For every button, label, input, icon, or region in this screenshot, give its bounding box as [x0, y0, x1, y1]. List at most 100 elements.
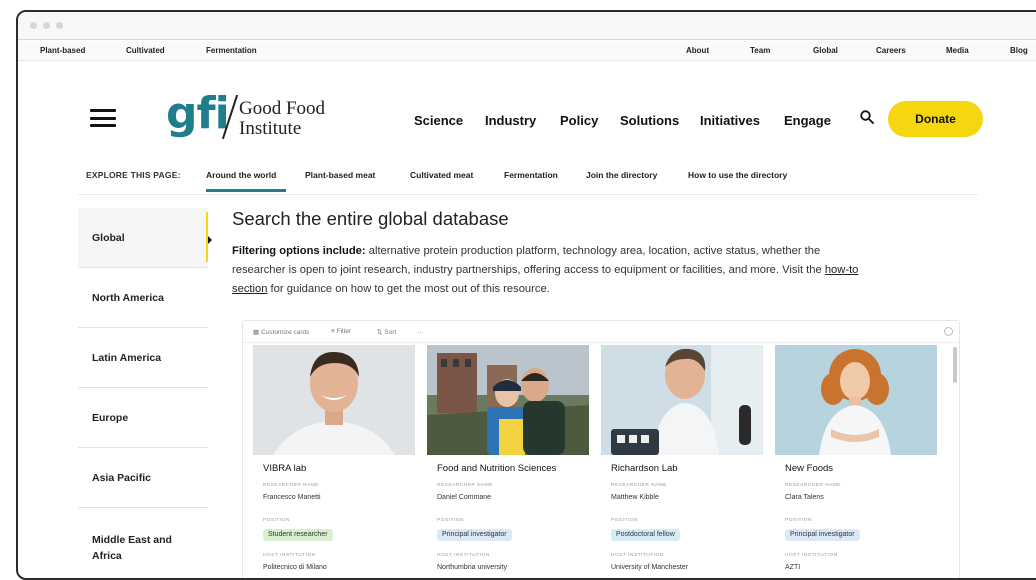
browser-window: Plant-based Cultivated Fermentation Abou… — [16, 10, 1036, 580]
sort-button[interactable]: ⇅ Sort — [377, 328, 396, 336]
position-pill: Postdoctoral fellow — [611, 529, 680, 541]
researcher-photo — [601, 345, 763, 455]
sidebar-item-middle-east-africa[interactable]: Middle East and Africa — [78, 508, 208, 578]
utility-nav-media[interactable]: Media — [946, 46, 969, 55]
utility-nav-blog[interactable]: Blog — [1010, 46, 1028, 55]
researcher-card[interactable]: Food and Nutrition Sciences RESEARCHER N… — [427, 345, 589, 578]
position-field-label: POSITION — [437, 518, 464, 523]
nav-policy[interactable]: Policy — [560, 113, 598, 128]
sidebar-item-global[interactable]: Global — [78, 208, 208, 268]
sidebar-item-label: Middle East and Africa — [92, 534, 172, 562]
logo-name-line1: Good Food — [239, 98, 326, 119]
more-options-button[interactable]: … — [417, 328, 424, 335]
nav-science[interactable]: Science — [414, 113, 463, 128]
institution-field-label: HOST INSTITUTION — [437, 553, 490, 558]
filter-options-label: Filtering options include: — [232, 245, 366, 257]
position-field-label: POSITION — [785, 518, 812, 523]
explore-fermentation[interactable]: Fermentation — [504, 170, 558, 180]
sidebar-item-label: Latin America — [92, 352, 162, 364]
researcher-name: Matthew Kibble — [611, 494, 659, 501]
researcher-field-label: RESEARCHER NAME — [785, 483, 842, 488]
card-title: VIBRA lab — [263, 463, 307, 474]
nav-initiatives[interactable]: Initiatives — [700, 113, 760, 128]
explore-plant-based-meat[interactable]: Plant-based meat — [305, 170, 375, 180]
sidebar-item-label: Asia Pacific — [92, 472, 151, 484]
sidebar-active-arrow-icon — [208, 236, 212, 244]
researcher-name: Clara Talens — [785, 494, 824, 501]
explore-label: EXPLORE THIS PAGE: — [86, 170, 181, 180]
sidebar-item-label: Global — [92, 232, 125, 244]
researcher-card[interactable]: VIBRA lab RESEARCHER NAME Francesco Mane… — [253, 345, 415, 578]
sidebar-item-asia-pacific[interactable]: Asia Pacific — [78, 448, 208, 508]
main-content: Search the entire global database Filter… — [230, 202, 970, 578]
explore-around-the-world[interactable]: Around the world — [206, 170, 276, 180]
customize-cards-label: Customize cards — [260, 329, 310, 336]
section-heading: Search the entire global database — [232, 208, 509, 229]
researcher-field-label: RESEARCHER NAME — [437, 483, 494, 488]
position-pill: Student researcher — [263, 529, 333, 541]
institution-field-label: HOST INSTITUTION — [263, 553, 316, 558]
region-sidebar: Global North America Latin America Europ… — [78, 208, 208, 578]
position-pill: Principal investigator — [437, 529, 512, 541]
card-title: Food and Nutrition Sciences — [437, 463, 557, 474]
sidebar-item-label: Europe — [92, 412, 129, 424]
donate-button[interactable]: Donate — [888, 101, 983, 137]
researcher-card[interactable]: Richardson Lab RESEARCHER NAME Matthew K… — [601, 345, 763, 578]
gallery-search-icon[interactable] — [944, 327, 953, 336]
researcher-field-label: RESEARCHER NAME — [611, 483, 668, 488]
utility-nav-fermentation[interactable]: Fermentation — [206, 46, 257, 55]
sidebar-item-latin-america[interactable]: Latin America — [78, 328, 208, 388]
browser-titlebar — [18, 12, 1036, 40]
gallery-scrollbar[interactable] — [953, 347, 957, 383]
customize-cards-button[interactable]: ▦ Customize cards — [253, 328, 309, 336]
filter-button[interactable]: ≡ Filter — [331, 328, 351, 335]
position-field-label: POSITION — [263, 518, 290, 523]
sidebar-item-label: North America — [92, 292, 164, 304]
utility-nav-about[interactable]: About — [686, 46, 709, 55]
utility-nav-plant-based[interactable]: Plant-based — [40, 46, 85, 55]
sort-label: Sort — [384, 329, 397, 336]
researcher-photo — [775, 345, 937, 455]
explore-active-indicator — [206, 189, 286, 192]
explore-cultivated-meat[interactable]: Cultivated meat — [410, 170, 473, 180]
researcher-card[interactable]: New Foods RESEARCHER NAME Clara Talens P… — [775, 345, 937, 578]
utility-nav: Plant-based Cultivated Fermentation Abou… — [18, 41, 1036, 61]
filter-label: Filter — [336, 328, 352, 335]
nav-engage[interactable]: Engage — [784, 113, 831, 128]
sidebar-item-europe[interactable]: Europe — [78, 388, 208, 448]
site-header: gfi Good Food Institute Science Industry… — [18, 62, 1036, 162]
researcher-photo — [253, 345, 415, 455]
search-icon[interactable] — [860, 110, 874, 124]
intro-paragraph: Filtering options include: alternative p… — [232, 242, 872, 299]
menu-icon[interactable] — [90, 109, 116, 127]
utility-nav-team[interactable]: Team — [750, 46, 770, 55]
gfi-logo[interactable]: gfi Good Food Institute — [166, 88, 356, 144]
host-institution: AZTI — [785, 564, 801, 571]
researcher-field-label: RESEARCHER NAME — [263, 483, 320, 488]
intro-text-2: for guidance on how to get the most out … — [267, 283, 550, 295]
logo-mark: gfi — [166, 88, 230, 139]
nav-industry[interactable]: Industry — [485, 113, 536, 128]
institution-field-label: HOST INSTITUTION — [785, 553, 838, 558]
researcher-photo — [427, 345, 589, 455]
host-institution: Politecnico di Milano — [263, 564, 327, 571]
explore-this-page: EXPLORE THIS PAGE: Around the world Plan… — [18, 162, 1036, 194]
researcher-name: Francesco Manetti — [263, 494, 321, 501]
utility-nav-careers[interactable]: Careers — [876, 46, 906, 55]
directory-gallery: ▦ Customize cards ≡ Filter ⇅ Sort … VIBR… — [242, 320, 960, 578]
logo-name-line2: Institute — [239, 118, 302, 139]
explore-how-to-use[interactable]: How to use the directory — [688, 170, 787, 180]
utility-nav-global[interactable]: Global — [813, 46, 838, 55]
position-field-label: POSITION — [611, 518, 638, 523]
window-controls[interactable] — [30, 22, 63, 29]
nav-solutions[interactable]: Solutions — [620, 113, 679, 128]
position-pill: Principal investigator — [785, 529, 860, 541]
institution-field-label: HOST INSTITUTION — [611, 553, 664, 558]
card-title: Richardson Lab — [611, 463, 678, 474]
host-institution: University of Manchester — [611, 564, 689, 571]
card-title: New Foods — [785, 463, 834, 474]
utility-nav-cultivated[interactable]: Cultivated — [126, 46, 165, 55]
explore-join-directory[interactable]: Join the directory — [586, 170, 657, 180]
gallery-toolbar: ▦ Customize cards ≡ Filter ⇅ Sort … — [243, 321, 959, 343]
sidebar-item-north-america[interactable]: North America — [78, 268, 208, 328]
